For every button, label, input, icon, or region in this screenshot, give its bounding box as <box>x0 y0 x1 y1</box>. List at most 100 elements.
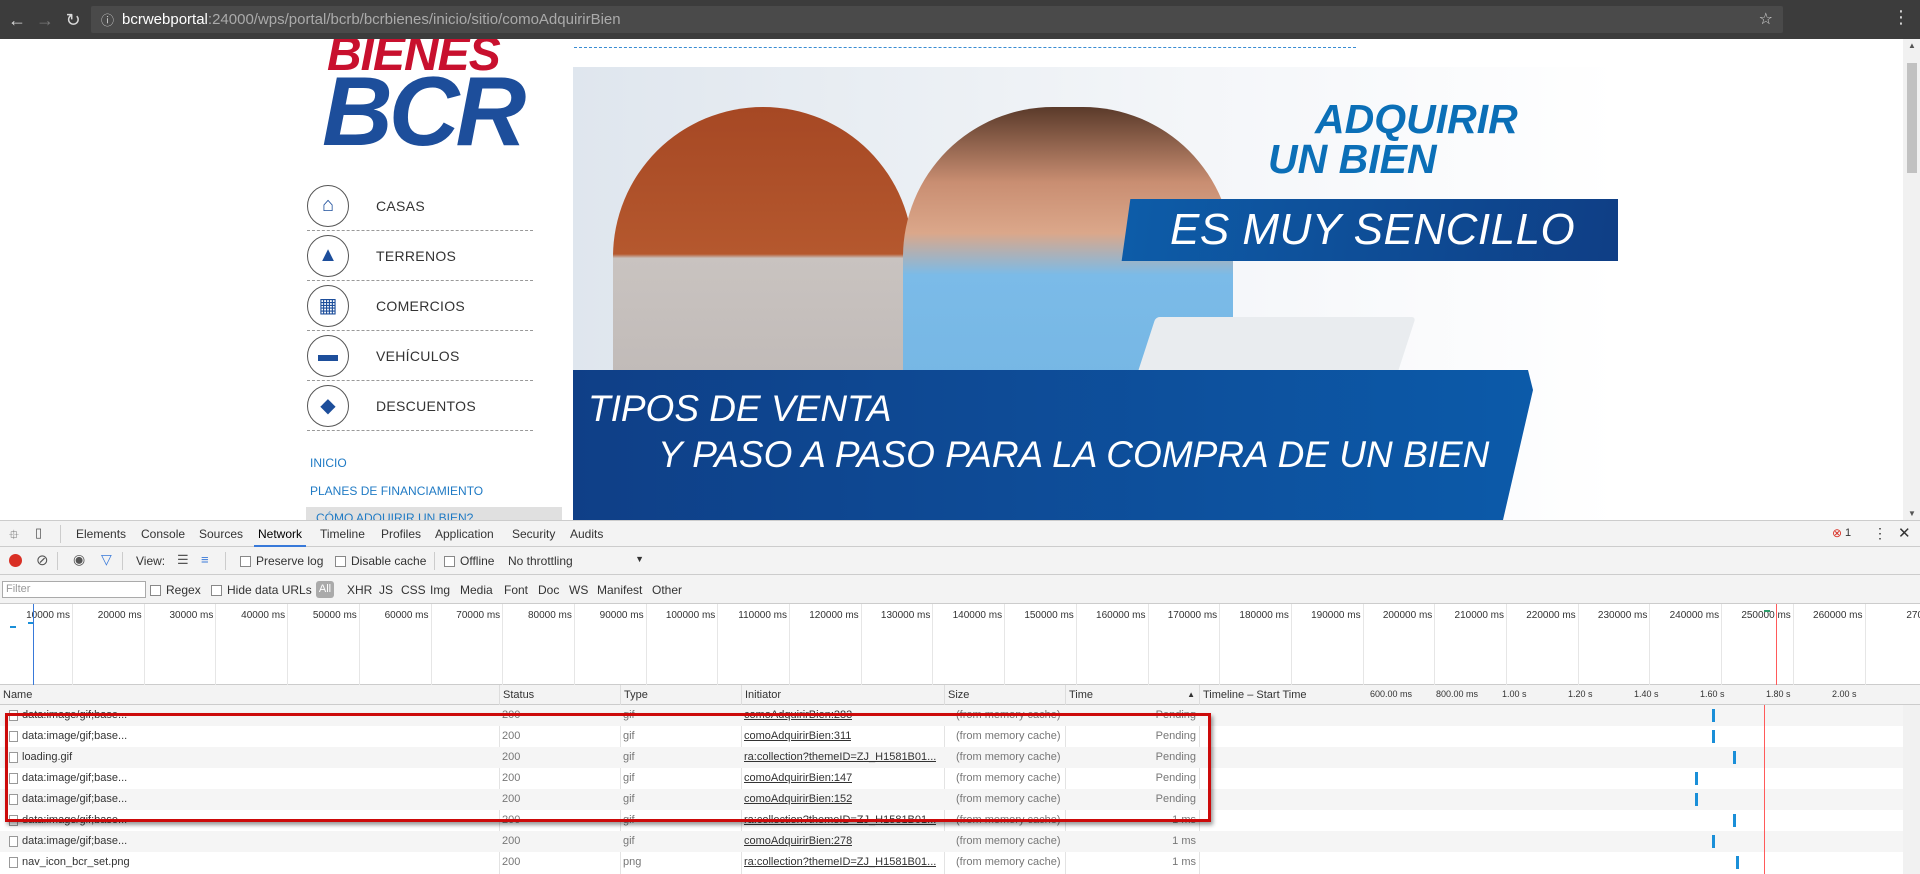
tab-sources[interactable]: Sources <box>199 527 243 541</box>
overview-gridline <box>1004 604 1006 685</box>
table-scrollbar[interactable] <box>1903 705 1920 874</box>
table-row[interactable]: nav_icon_bcr_set.png 200 png ra:collection?… <box>0 852 1920 873</box>
filter-type-ws[interactable]: WS <box>569 583 588 597</box>
offline-checkbox[interactable]: Offline <box>444 554 494 568</box>
column-type[interactable]: Type <box>620 685 648 705</box>
page-scroll-thumb[interactable] <box>1907 63 1917 173</box>
tab-console[interactable]: Console <box>141 527 185 541</box>
forward-icon[interactable]: → <box>30 5 60 35</box>
back-icon[interactable]: ← <box>2 5 32 35</box>
overview-gridline <box>287 604 289 685</box>
waterfall-bar <box>1733 751 1736 764</box>
column-time[interactable]: Time ▲ <box>1065 685 1199 705</box>
table-row[interactable]: data:image/gif;base... 200 gif comoAdquirir… <box>0 831 1920 852</box>
column-initiator[interactable]: Initiator <box>741 685 781 705</box>
network-table-header: Name Status Type Initiator Size Time ▲ Ti… <box>0 685 1920 705</box>
overview-domcontent-line <box>33 604 34 685</box>
nav-link-planes[interactable]: PLANES DE FINANCIAMIENTO <box>310 484 483 498</box>
disable-cache-checkbox[interactable]: Disable cache <box>335 554 426 568</box>
tab-audits[interactable]: Audits <box>570 527 603 541</box>
error-count[interactable]: 1 <box>1845 527 1851 539</box>
filter-type-all[interactable]: All <box>316 581 334 598</box>
overview-tick-label: 230000 ms <box>1597 610 1648 621</box>
overview-gridline <box>1792 604 1794 685</box>
house-icon: ⌂ <box>307 184 349 227</box>
offline-label: Offline <box>460 554 495 568</box>
error-icon[interactable]: ⊗ <box>1832 526 1842 540</box>
filter-type-css[interactable]: CSS <box>401 583 426 597</box>
filter-type-xhr[interactable]: XHR <box>347 583 372 597</box>
overview-gridline <box>1290 604 1292 685</box>
tab-security[interactable]: Security <box>512 527 555 541</box>
overview-gridline <box>645 604 647 685</box>
scroll-up-icon[interactable]: ▲ <box>1908 41 1916 50</box>
column-status[interactable]: Status <box>499 685 534 705</box>
filter-type-manifest[interactable]: Manifest <box>597 583 642 597</box>
bookmark-star-icon[interactable]: ☆ <box>1759 9 1773 29</box>
logo-text-main: BCR <box>322 56 526 166</box>
record-icon[interactable] <box>9 554 22 567</box>
hero-bottom-band: TIPOS DE VENTA Y PASO A PASO PARA LA COM… <box>573 370 1533 520</box>
preserve-log-checkbox[interactable]: Preserve log <box>240 554 323 568</box>
large-rows-icon[interactable]: ☰ <box>177 552 189 568</box>
column-timeline[interactable]: Timeline – Start Time <box>1199 685 1307 705</box>
info-icon: ⓘ <box>101 13 115 28</box>
category-descuentos[interactable]: ◆ DESCUENTOS <box>307 381 533 431</box>
waterfall-scale-label: 1.80 s <box>1766 689 1791 699</box>
tab-elements[interactable]: Elements <box>76 527 126 541</box>
network-overview[interactable]: 10000 ms 20000 ms 30000 ms 40000 ms 50000 ms… <box>0 604 1920 685</box>
hide-data-urls-checkbox[interactable]: Hide data URLs <box>211 583 312 597</box>
category-vehiculos[interactable]: ▬ VEHÍCULOS <box>307 331 533 381</box>
overview-tick-label: 110000 ms <box>738 610 787 621</box>
cell-type: png <box>623 856 642 868</box>
reload-icon[interactable]: ↻ <box>58 5 88 35</box>
tab-profiles[interactable]: Profiles <box>381 527 421 541</box>
inspect-element-icon[interactable]: ⯐ <box>9 526 19 548</box>
category-casas[interactable]: ⌂ CASAS <box>307 181 533 231</box>
page-scrollbar[interactable]: ▲ ▼ <box>1903 39 1920 520</box>
filter-icon[interactable]: ▽ <box>101 551 112 568</box>
building-icon: ▦ <box>307 284 349 327</box>
close-icon[interactable]: ✕ <box>1898 524 1911 542</box>
nav-link-inicio[interactable]: INICIO <box>310 456 347 470</box>
regex-checkbox[interactable]: Regex <box>150 583 201 597</box>
column-name[interactable]: Name <box>0 685 32 705</box>
cell-initiator[interactable]: ra:collection?themeID=ZJ_H1581B01... <box>744 852 936 873</box>
cell-initiator[interactable]: comoAdquirirBien:278 <box>744 831 852 852</box>
throttling-select[interactable]: No throttling ▼ <box>508 554 644 568</box>
file-icon <box>9 836 18 847</box>
disable-cache-label: Disable cache <box>351 554 427 568</box>
divider <box>574 47 1356 48</box>
address-bar[interactable]: ⓘ bcrwebportal:24000/wps/portal/bcrb/bcr… <box>91 6 1783 33</box>
filter-type-media[interactable]: Media <box>460 583 493 597</box>
device-toggle-icon[interactable]: ▯ <box>35 525 42 541</box>
filter-type-img[interactable]: Img <box>430 583 450 597</box>
column-size[interactable]: Size <box>944 685 969 705</box>
overview-gridline <box>1577 604 1579 685</box>
url-host: bcrwebportal <box>122 11 208 28</box>
overview-gridline <box>1434 604 1436 685</box>
filter-type-doc[interactable]: Doc <box>538 583 559 597</box>
filter-type-font[interactable]: Font <box>504 583 528 597</box>
overview-tick-label: 170000 ms <box>1167 610 1218 621</box>
overview-tick-label: 40000 ms <box>241 610 286 621</box>
devtools-menu-icon[interactable]: ⋮ <box>1873 525 1887 542</box>
overview-gridline <box>143 604 145 685</box>
filter-type-other[interactable]: Other <box>652 583 682 597</box>
tab-application[interactable]: Application <box>435 527 494 541</box>
category-terrenos[interactable]: ▲ TERRENOS <box>307 231 533 281</box>
tab-network[interactable]: Network <box>253 527 307 547</box>
scroll-down-icon[interactable]: ▼ <box>1908 509 1916 518</box>
devtools-tabbar: ⯐ ▯ Elements Console Sources Network Tim… <box>0 520 1920 547</box>
filter-input[interactable]: Filter <box>2 581 146 598</box>
waterfall-view-icon[interactable]: ≡ <box>201 552 209 567</box>
overview-tick-label: 250000 ms <box>1741 610 1791 621</box>
waterfall-bar <box>1695 793 1698 806</box>
category-comercios[interactable]: ▦ COMERCIOS <box>307 281 533 331</box>
clear-icon[interactable]: ⊘ <box>36 551 49 569</box>
filter-type-js[interactable]: JS <box>379 583 393 597</box>
capture-screenshots-icon[interactable]: ◉ <box>73 551 85 568</box>
browser-menu-icon[interactable]: ⋮ <box>1892 8 1910 26</box>
tab-timeline[interactable]: Timeline <box>320 527 365 541</box>
nav-link-como-adquirir[interactable]: CÓMO ADQUIRIR UN BIEN? <box>316 511 473 520</box>
